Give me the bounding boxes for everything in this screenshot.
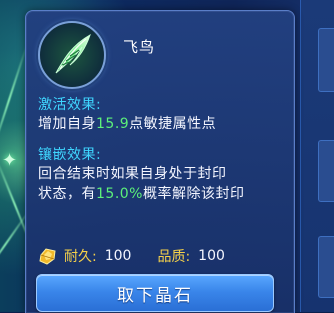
inlay-effect-line-1: 回合结束时如果自身处于封印 — [38, 166, 227, 182]
activation-effect-text: 增加自身15.9点敏捷属性点 — [38, 113, 216, 133]
activation-effect-title: 激活效果: — [38, 97, 102, 113]
inlay-effect-title: 镶嵌效果: — [38, 147, 102, 163]
item-tooltip-panel: 飞鸟 激活效果: 增加自身15.9点敏捷属性点 镶嵌效果: 回合结束时如果自身处… — [25, 10, 295, 313]
item-icon-frame — [38, 21, 106, 89]
durability-value: 100 — [104, 248, 132, 264]
sparkle-icon: ✦ — [2, 150, 18, 171]
activation-value: 15.9 — [96, 116, 130, 132]
durability-label: 耐久: — [64, 249, 97, 265]
activation-text-prefix: 增加自身 — [38, 116, 96, 132]
green-feather-icon — [55, 33, 91, 74]
inlay-chance-value: 15.0% — [96, 186, 143, 202]
inlay-text-prefix: 状态，有 — [38, 186, 96, 202]
inlay-text-suffix: 概率解除该封印 — [142, 186, 245, 202]
item-stats-row: 耐久: 100 品质: 100 — [38, 245, 225, 267]
inlay-effect-line-2: 状态，有15.0%概率解除该封印 — [38, 183, 244, 203]
remove-crystal-button[interactable]: 取下晶石 — [36, 274, 274, 312]
side-tab[interactable] — [318, 236, 334, 298]
gold-gem-icon — [39, 248, 56, 265]
item-name: 飞鸟 — [123, 38, 156, 56]
activation-text-suffix: 点敏捷属性点 — [129, 116, 217, 132]
side-tab[interactable] — [318, 28, 334, 92]
quality-value: 100 — [198, 248, 225, 264]
side-tab[interactable] — [318, 140, 334, 202]
quality-label: 品质: — [157, 249, 191, 265]
